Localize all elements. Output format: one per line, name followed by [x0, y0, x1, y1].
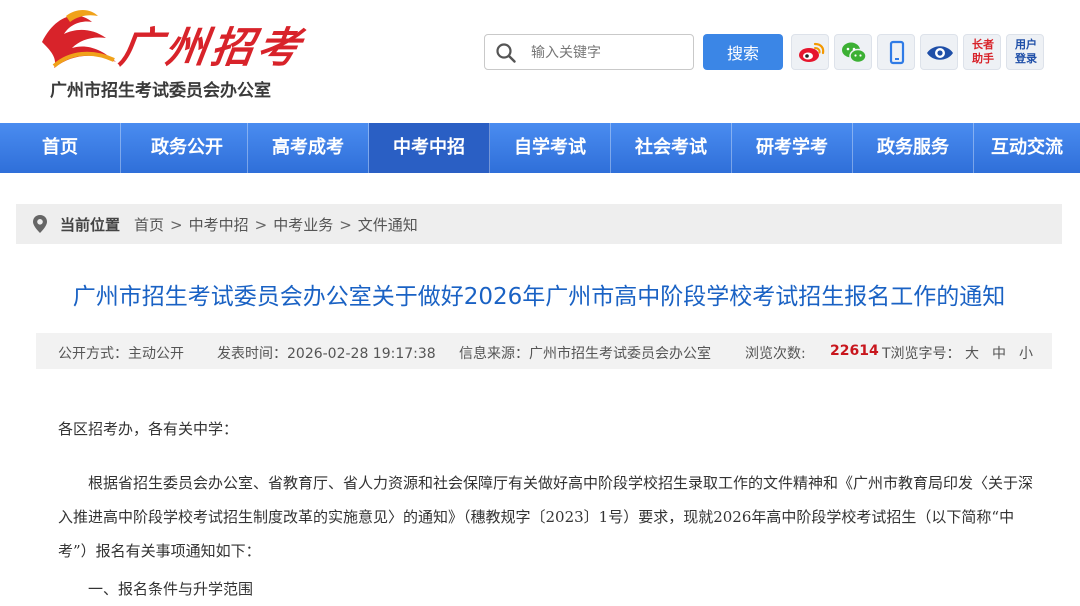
- mobile-button[interactable]: [877, 34, 915, 70]
- user-login-icon: 用户 登录: [1007, 38, 1045, 66]
- nav-item-gaokao[interactable]: 高考成考: [248, 123, 369, 173]
- search-button[interactable]: 搜索: [703, 34, 783, 70]
- wechat-icon: [842, 42, 867, 64]
- breadcrumb-title: 当前位置: [60, 216, 121, 234]
- elder-assist-label-2: 助手: [972, 52, 994, 65]
- eye-icon: [927, 46, 953, 60]
- search-icon: [496, 43, 516, 63]
- main-nav: 首页 政务公开 高考成考 中考中招 自学考试 社会考试 研考学考 政务服务 互动…: [0, 123, 1080, 173]
- nav-item-home[interactable]: 首页: [0, 123, 121, 173]
- site-header: 广州招考 广州市招生考试委员会办公室 搜索: [0, 0, 1080, 122]
- breadcrumb-separator: >: [339, 216, 352, 234]
- nav-item-self-study-exam[interactable]: 自学考试: [490, 123, 611, 173]
- nav-item-interaction[interactable]: 互动交流: [974, 123, 1080, 173]
- wechat-button[interactable]: [834, 34, 872, 70]
- article-title: 广州市招生考试委员会办公室关于做好2026年广州市高中阶段学校考试招生报名工作的…: [72, 284, 1006, 310]
- meta-font-size-label: T浏览字号：: [882, 346, 961, 362]
- logo-emblem-icon[interactable]: [36, 8, 122, 72]
- weibo-button[interactable]: [791, 34, 829, 70]
- article-greeting: 各区招考办，各有关中学：: [58, 420, 239, 438]
- breadcrumb: 当前位置 首页 > 中考中招 > 中考业务 > 文件通知: [16, 204, 1062, 244]
- meta-disclosure: 公开方式：主动公开: [58, 346, 184, 362]
- meta-views-value: 22614: [830, 343, 879, 359]
- article-section-heading: 一、报名条件与升学范围: [88, 580, 254, 598]
- breadcrumb-trail: 首页 > 中考中招 > 中考业务 > 文件通知: [134, 214, 418, 235]
- user-login-label-1: 用户: [1015, 38, 1037, 51]
- mobile-icon: [889, 40, 905, 65]
- accessibility-button[interactable]: [920, 34, 958, 70]
- breadcrumb-item-home[interactable]: 首页: [134, 214, 164, 235]
- user-login-label-2: 登录: [1015, 52, 1037, 65]
- breadcrumb-separator: >: [170, 216, 183, 234]
- nav-item-graduate-exam[interactable]: 研考学考: [732, 123, 853, 173]
- nav-item-social-exam[interactable]: 社会考试: [611, 123, 732, 173]
- org-name: 广州市招生考试委员会办公室: [50, 81, 271, 101]
- weibo-icon: [799, 42, 825, 62]
- meta-published-time: 发表时间：2026-02-28 19:17:38: [217, 346, 436, 362]
- search-input[interactable]: [529, 39, 689, 67]
- nav-item-zhongkao[interactable]: 中考中招: [369, 123, 490, 173]
- font-size-small[interactable]: 小: [1019, 343, 1033, 363]
- article-paragraph: 根据省招生委员会办公室、省教育厅、省人力资源和社会保障厅有关做好高中阶段学校招生…: [58, 474, 1034, 560]
- location-pin-icon: [33, 215, 47, 233]
- meta-source: 信息来源：广州市招生考试委员会办公室: [459, 346, 711, 362]
- logo-text[interactable]: 广州招考: [116, 14, 309, 75]
- meta-views-label: 浏览次数:: [745, 346, 806, 362]
- nav-item-gov-affairs-open[interactable]: 政务公开: [127, 123, 248, 173]
- elder-assist-button[interactable]: 长者 助手: [963, 34, 1001, 70]
- breadcrumb-item-zhongkao[interactable]: 中考中招: [189, 214, 249, 235]
- font-size-large[interactable]: 大: [965, 343, 979, 363]
- user-login-button[interactable]: 用户 登录: [1006, 34, 1044, 70]
- search-box: [484, 34, 694, 70]
- font-size-medium[interactable]: 中: [992, 343, 1006, 363]
- breadcrumb-item-file-notice[interactable]: 文件通知: [358, 214, 418, 235]
- elder-assist-label-1: 长者: [972, 38, 994, 51]
- breadcrumb-separator: >: [254, 216, 268, 234]
- breadcrumb-item-zhongkao-business[interactable]: 中考业务: [273, 214, 333, 235]
- article-meta-bar: 公开方式：主动公开 发表时间：2026-02-28 19:17:38 信息来源：…: [36, 333, 1052, 369]
- nav-item-gov-services[interactable]: 政务服务: [853, 123, 974, 173]
- elder-assist-icon: 长者 助手: [964, 38, 1002, 66]
